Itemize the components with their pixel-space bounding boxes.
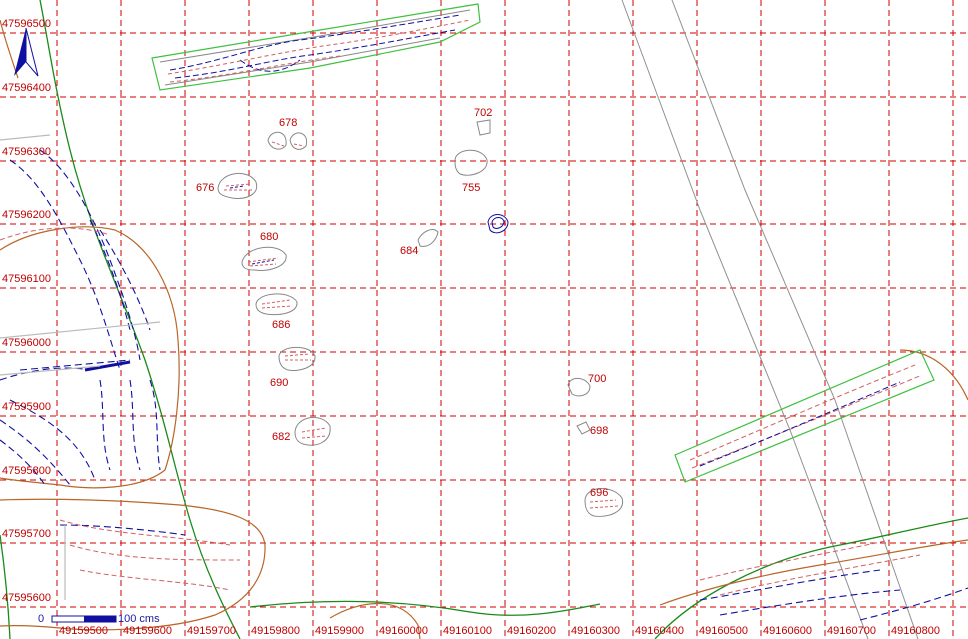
feature-label[interactable]: 686 (272, 319, 290, 331)
northing-label: 47596300 (2, 146, 51, 158)
feature-labels: 678 702 755 676 684 680 686 690 682 700 … (196, 107, 608, 499)
feature-label[interactable]: 698 (590, 425, 608, 437)
easting-label: 49159900 (315, 625, 364, 637)
feature-label[interactable]: 702 (474, 107, 492, 119)
feature-label[interactable]: 696 (590, 487, 608, 499)
feature-700-shape (567, 377, 591, 397)
scale-bar-start: 0 (38, 613, 44, 625)
easting-label: 49160300 (571, 625, 620, 637)
feature-label[interactable]: 678 (279, 117, 297, 129)
easting-label: 49160100 (443, 625, 492, 637)
northing-label: 47595800 (2, 465, 51, 477)
feature-label[interactable]: 682 (272, 431, 290, 443)
easting-label: 49160400 (635, 625, 684, 637)
scale-bar-end: 100 cms (118, 613, 160, 625)
northing-label: 47596200 (2, 209, 51, 221)
easting-label: 49159700 (187, 625, 236, 637)
feature-label[interactable]: 690 (270, 377, 288, 389)
feature-690-shape (278, 346, 316, 371)
northing-label: 47595700 (2, 528, 51, 540)
easting-label: 49160500 (699, 625, 748, 637)
feature-label[interactable]: 684 (400, 245, 418, 257)
feature-702-shape (476, 119, 491, 136)
northing-label: 47596500 (2, 18, 51, 30)
easting-label: 49159800 (251, 625, 300, 637)
easting-label: 49160000 (379, 625, 428, 637)
northing-label: 47596100 (2, 273, 51, 285)
feature-678-shape (267, 131, 308, 150)
feature-676-shape (217, 173, 258, 199)
coordinate-grid (0, 0, 968, 639)
scale-bar: 0 100 cms (38, 613, 160, 625)
feature-label[interactable]: 680 (260, 231, 278, 243)
feature-755-shape (454, 149, 488, 176)
easting-label: 49159600 (123, 625, 172, 637)
feature-698-shape (576, 421, 591, 435)
blue-contours (0, 149, 968, 621)
northing-labels: 47596500 47596400 47596300 47596200 4759… (2, 18, 51, 604)
easting-label: 49160700 (827, 625, 876, 637)
northing-label: 47595600 (2, 592, 51, 604)
map-canvas[interactable]: 47596500 47596400 47596300 47596200 4759… (0, 0, 968, 639)
northing-label: 47595900 (2, 401, 51, 413)
northing-label: 47596400 (2, 82, 51, 94)
northing-label: 47596000 (2, 337, 51, 349)
feature-label[interactable]: 700 (588, 373, 606, 385)
north-arrow-icon (14, 27, 39, 77)
easting-label: 49160800 (891, 625, 940, 637)
feature-684-shape (417, 229, 439, 247)
top-survey-area (151, 3, 481, 91)
feature-label[interactable]: 755 (462, 182, 480, 194)
easting-label: 49159500 (59, 625, 108, 637)
easting-label: 49160200 (507, 625, 556, 637)
feature-label[interactable]: 676 (196, 182, 214, 194)
easting-label: 49160600 (763, 625, 812, 637)
easting-labels: 49159500 49159600 49159700 49159800 4915… (59, 625, 940, 637)
